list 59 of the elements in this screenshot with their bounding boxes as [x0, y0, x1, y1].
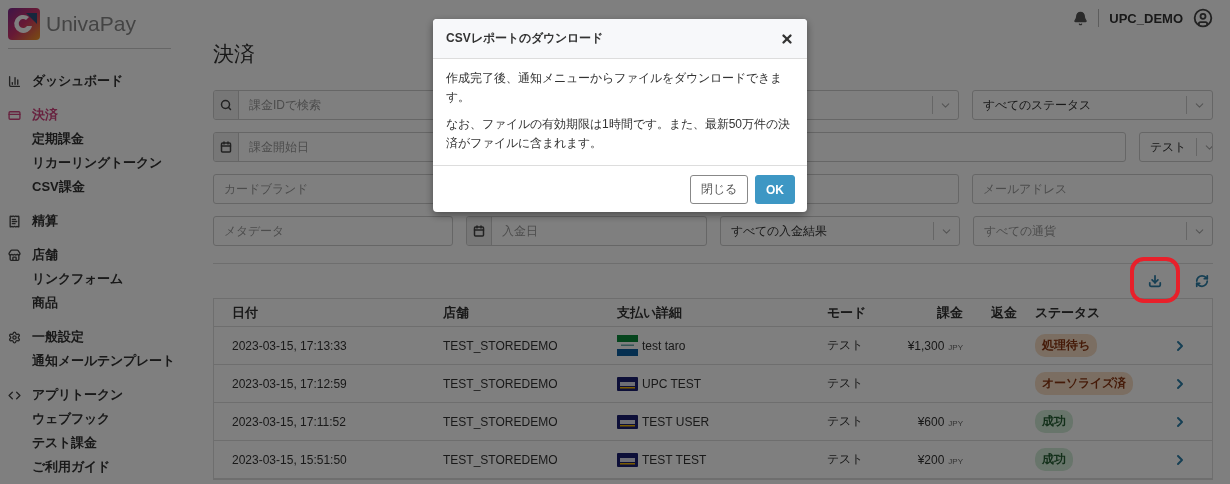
dialog-title: CSVレポートのダウンロード [446, 30, 603, 47]
sidebar-item[interactable]: 一般設定 [8, 325, 196, 349]
table-cell-text: TEST_STOREDEMO [442, 376, 559, 391]
username: UPC_DEMO [1109, 10, 1183, 26]
sidebar-item[interactable]: 精算 [8, 209, 196, 233]
status-badge: オーソライズ済 [1035, 372, 1133, 395]
dialog-text: なお、ファイルの有効期限は1時間です。また、最新50万件の決済がファイルに含まれます。 [446, 116, 792, 152]
brand-name: UnivaPay [46, 12, 136, 36]
sidebar-subitem[interactable]: 通知メールテンプレート [8, 349, 175, 373]
currency: JPY [948, 342, 963, 352]
sidebar-subitem[interactable]: 商品 [8, 291, 58, 315]
table-cell-text: 2023-03-15, 17:12:59 [231, 376, 348, 391]
sidebar-subitem[interactable]: ご利用ガイド [8, 455, 110, 479]
payer-name: UPC TEST [642, 376, 702, 391]
sidebar-subitem[interactable]: リンクフォーム [8, 267, 123, 291]
table-cell-text: TEST_STOREDEMO [442, 414, 559, 429]
table-cell-text: テスト [826, 337, 864, 354]
payer-name: TEST TEST [642, 452, 707, 467]
status-badge: 処理待ち [1035, 334, 1097, 357]
table-cell-text: テスト [826, 375, 864, 392]
table-cell-text: 2023-03-15, 17:11:52 [231, 414, 347, 429]
status-badge: 成功 [1035, 410, 1073, 433]
ok-button[interactable]: OK [755, 175, 795, 204]
sidebar-subitem[interactable]: 定期課金 [8, 127, 84, 151]
column-header: 日付 [231, 303, 259, 322]
currency: JPY [948, 418, 963, 428]
column-header: 支払い詳細 [616, 303, 683, 322]
sidebar-item[interactable]: 決済 [8, 103, 196, 127]
column-header: 返金 [990, 303, 1017, 322]
amount: ¥600 [917, 414, 945, 429]
sidebar-subitem[interactable]: リカーリングトークン [8, 151, 162, 175]
sidebar-item[interactable]: 店舗 [8, 243, 196, 267]
table-cell-text: テスト [826, 451, 864, 468]
payer-name: TEST USER [642, 414, 710, 429]
table-cell-text: 2023-03-15, 17:13:33 [231, 338, 348, 353]
select-field[interactable]: すべてのステータス [972, 90, 1213, 120]
table-cell-text: TEST_STOREDEMO [442, 452, 559, 467]
dialog-text: 作成完了後、通知メニューからファイルをダウンロードできます。 [446, 70, 783, 106]
table-cell-text: TEST_STOREDEMO [442, 338, 559, 353]
currency: JPY [948, 456, 963, 466]
status-badge: 成功 [1035, 448, 1073, 471]
select-field[interactable]: すべての入金結果 [719, 216, 960, 246]
sidebar-item[interactable]: アプリトークン [8, 383, 196, 407]
amount: ¥200 [917, 452, 945, 467]
column-header: 店舗 [442, 303, 470, 322]
payer-name: test taro [642, 338, 686, 353]
table-cell-text: テスト [826, 413, 864, 430]
sidebar-subitem[interactable]: CSV課金 [8, 175, 85, 199]
close-dialog-button[interactable]: 閉じる [690, 175, 748, 204]
sidebar-subitem[interactable]: テスト課金 [8, 431, 97, 455]
sidebar-subitem[interactable]: ウェブフック [8, 407, 110, 431]
column-header: モード [826, 303, 867, 322]
column-header: ステータス [1034, 303, 1101, 322]
select-field[interactable]: テスト [1139, 132, 1213, 162]
column-header: 課金 [936, 303, 963, 322]
amount: ¥1,300 [907, 338, 945, 353]
page-title: 決済 [213, 41, 255, 67]
sidebar-item[interactable]: ダッシュボード [8, 69, 196, 93]
table-cell-text: 2023-03-15, 15:51:50 [231, 452, 348, 467]
